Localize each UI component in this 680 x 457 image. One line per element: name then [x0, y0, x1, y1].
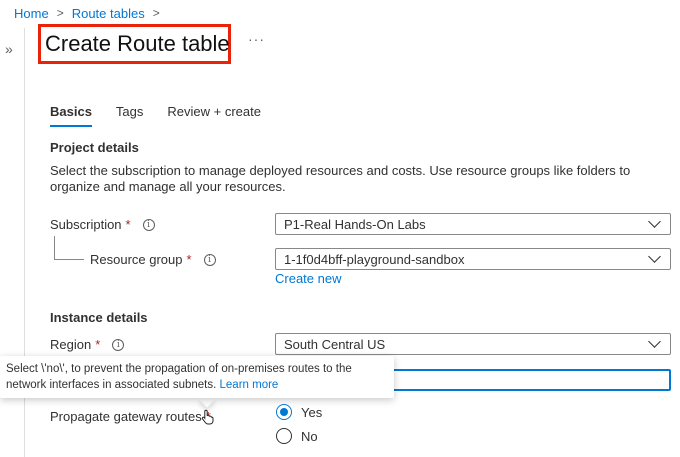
- radio-yes[interactable]: Yes: [276, 404, 322, 420]
- breadcrumb: Home > Route tables >: [14, 4, 168, 22]
- required-marker: *: [125, 217, 131, 232]
- resource-group-select[interactable]: 1-1f0d4bff-playground-sandbox: [275, 248, 671, 270]
- required-marker: *: [95, 337, 101, 352]
- project-details-description: Select the subscription to manage deploy…: [50, 163, 631, 194]
- tab-review-create[interactable]: Review + create: [167, 104, 261, 127]
- info-icon[interactable]: i: [203, 253, 216, 266]
- create-new-link[interactable]: Create new: [275, 271, 341, 286]
- tooltip-text: Select \'no\', to prevent the propagatio…: [6, 363, 352, 391]
- radio-yes-button[interactable]: [276, 404, 292, 420]
- radio-no[interactable]: No: [276, 428, 318, 444]
- subscription-label-text: Subscription: [50, 217, 122, 232]
- tab-basics[interactable]: Basics: [50, 104, 92, 127]
- propagate-routes-label: Propagate gateway routes *: [50, 409, 211, 424]
- breadcrumb-separator-icon: >: [56, 6, 64, 20]
- required-marker: *: [186, 252, 192, 267]
- chevron-down-icon: [648, 335, 661, 348]
- learn-more-link[interactable]: Learn more: [220, 379, 279, 391]
- hand-pointer-icon: [201, 409, 214, 425]
- tab-bar: Basics Tags Review + create: [50, 104, 261, 127]
- radio-selected-dot: [280, 408, 288, 416]
- resource-group-value: 1-1f0d4bff-playground-sandbox: [284, 251, 465, 267]
- region-label: Region * i: [50, 337, 125, 352]
- info-tooltip: Select \'no\', to prevent the propagatio…: [0, 356, 394, 398]
- region-label-text: Region: [50, 337, 92, 352]
- page-title: Create Route table: [45, 31, 230, 56]
- tab-tags[interactable]: Tags: [116, 104, 143, 127]
- breadcrumb-route-tables-link[interactable]: Route tables: [72, 6, 145, 21]
- chevron-down-icon: [648, 215, 661, 228]
- subscription-select[interactable]: P1-Real Hands-On Labs: [275, 213, 671, 235]
- title-highlight-box: Create Route table: [38, 24, 231, 64]
- breadcrumb-home-link[interactable]: Home: [14, 6, 49, 21]
- project-details-heading: Project details: [50, 140, 139, 155]
- radio-no-button[interactable]: [276, 428, 292, 444]
- more-options-icon[interactable]: ···: [248, 31, 265, 47]
- breadcrumb-separator-icon: >: [152, 6, 160, 20]
- subscription-value: P1-Real Hands-On Labs: [284, 216, 426, 232]
- info-icon[interactable]: i: [112, 338, 125, 351]
- tree-connector: [54, 259, 84, 260]
- instance-details-heading: Instance details: [50, 310, 148, 325]
- radio-yes-label: Yes: [301, 404, 323, 420]
- radio-no-label: No: [301, 428, 318, 444]
- region-value: South Central US: [284, 336, 386, 352]
- resource-group-label-text: Resource group: [90, 252, 183, 267]
- propagate-routes-label-text: Propagate gateway routes: [50, 409, 202, 424]
- chevron-down-icon: [648, 250, 661, 263]
- resource-group-label: Resource group * i: [90, 252, 216, 267]
- info-icon[interactable]: i: [142, 218, 155, 231]
- subscription-label: Subscription * i: [50, 217, 155, 232]
- region-select[interactable]: South Central US: [275, 333, 671, 355]
- tree-connector: [54, 236, 55, 259]
- expand-menu-icon[interactable]: »: [5, 41, 13, 57]
